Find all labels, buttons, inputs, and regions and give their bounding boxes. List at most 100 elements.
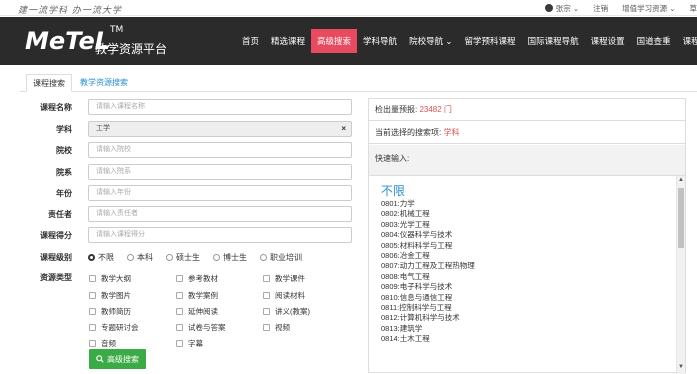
level-radio-group: 不限 本科 硕士生 博士生 职业培训 <box>88 252 315 263</box>
level-radio-undergrad[interactable]: 本科 <box>127 252 153 263</box>
checkbox-textbook[interactable]: 参考教材 <box>176 273 218 284</box>
year-input[interactable]: 请输入年份 <box>88 185 352 201</box>
checkbox-label: 试卷与答案 <box>188 322 226 333</box>
level-radio-all[interactable]: 不限 <box>88 252 114 263</box>
scrollbar[interactable]: ▲ ▼ <box>676 176 685 374</box>
user-menu[interactable]: 张宗 ⌄ <box>545 3 579 14</box>
logout-link[interactable]: 注销 <box>593 3 608 14</box>
checkbox-label: 教学图片 <box>101 290 131 301</box>
forecast-value: 23482 门 <box>419 105 451 114</box>
department-label: 院系 <box>20 167 72 178</box>
nav-subject[interactable]: 学科导航 <box>357 29 403 53</box>
checkbox-images[interactable]: 教学图片 <box>89 290 131 301</box>
subject-input[interactable]: 工学 × <box>88 121 352 137</box>
nav-schools[interactable]: 院校导航 ⌄ <box>403 29 458 53</box>
nav-prep[interactable]: 留学预科课程 <box>459 29 522 53</box>
checkbox-cases[interactable]: 教学案例 <box>176 290 218 301</box>
checkbox-label: 阅读材料 <box>275 290 305 301</box>
school-input[interactable]: 请输入院校 <box>88 142 352 158</box>
top-links: 张宗 ⌄ 注销 增值学习资源 ⌄ 草 <box>545 3 697 14</box>
checkbox-icon <box>263 275 270 282</box>
quick-item-all[interactable]: 不限 <box>381 182 405 199</box>
course-name-input[interactable]: 请输入课程名称 <box>88 99 352 115</box>
scrollbar-thumb[interactable] <box>678 188 684 248</box>
scroll-down-icon[interactable]: ▼ <box>678 364 684 370</box>
list-item[interactable]: 0811:控制科学与工程 <box>381 303 671 313</box>
radio-icon <box>260 254 267 261</box>
radio-label: 本科 <box>137 252 153 263</box>
checkbox-icon <box>89 275 96 282</box>
subject-value: 工学 <box>96 125 110 132</box>
tab-course-search[interactable]: 课程搜索 <box>26 74 72 92</box>
checkbox-slides[interactable]: 教学课件 <box>263 273 305 284</box>
scroll-up-icon[interactable]: ▲ <box>678 177 684 183</box>
row-resource-type: 资源类型 <box>20 268 72 286</box>
department-input[interactable]: 请输入院系 <box>88 164 352 180</box>
nav-cobuild[interactable]: 课程共建 <box>677 29 697 53</box>
list-item[interactable]: 0801:力学 <box>381 199 671 209</box>
checkbox-label: 参考教材 <box>188 273 218 284</box>
checkbox-reading[interactable]: 阅读材料 <box>263 290 305 301</box>
level-radio-vocational[interactable]: 职业培训 <box>260 252 302 263</box>
forecast-row: 检出量预报: 23482 门 <box>369 99 685 121</box>
current-item-label: 当前选择的搜索项: <box>375 128 443 137</box>
list-item[interactable]: 0803:光学工程 <box>381 220 671 230</box>
clear-icon[interactable]: × <box>341 122 346 136</box>
radio-label: 硕士生 <box>176 252 200 263</box>
user-avatar-icon <box>545 4 553 12</box>
checkbox-audio[interactable]: 音频 <box>89 338 116 349</box>
advanced-search-button[interactable]: 高级搜索 <box>89 349 146 369</box>
tab-resource-search[interactable]: 教学资源搜索 <box>74 74 134 92</box>
checkbox-subtitles[interactable]: 字幕 <box>176 338 203 349</box>
quick-input-list[interactable]: 不限 0801:力学 0802:机械工程 0803:光学工程 0804:仪器科学… <box>369 175 685 373</box>
list-item[interactable]: 0807:动力工程及工程热物理 <box>381 261 671 271</box>
checkbox-handout[interactable]: 讲义(教案) <box>263 306 310 317</box>
score-input[interactable]: 请输入课程得分 <box>88 227 352 243</box>
search-tabs: 课程搜索 教学资源搜索 <box>20 74 697 92</box>
level-radio-phd[interactable]: 博士生 <box>213 252 247 263</box>
checkbox-label: 视频 <box>275 322 290 333</box>
checkbox-icon <box>176 292 183 299</box>
nav-settings[interactable]: 课程设置 <box>585 29 631 53</box>
checkbox-seminar[interactable]: 专题研讨会 <box>89 322 139 333</box>
list-item[interactable]: 0802:机械工程 <box>381 209 671 219</box>
checkbox-label: 专题研讨会 <box>101 322 139 333</box>
header: MeTeLTM 教学资源平台 首页 精选课程 高级搜索 学科导航 院校导航 ⌄ … <box>0 17 697 65</box>
row-subject: 学科 工学× <box>20 120 72 138</box>
list-item[interactable]: 0810:信息与通信工程 <box>381 293 671 303</box>
nav-intl[interactable]: 国际课程导航 <box>522 29 585 53</box>
slogan: 建一流学科 办一流大学 <box>18 3 122 16</box>
list-item[interactable]: 0814:土木工程 <box>381 334 671 344</box>
row-level: 课程级别 不限 本科 硕士生 博士生 职业培训 <box>20 248 72 266</box>
list-item[interactable]: 0805:材料科学与工程 <box>381 241 671 251</box>
radio-checked-icon <box>88 254 95 261</box>
checkbox-extended[interactable]: 延伸阅读 <box>176 306 218 317</box>
list-item[interactable]: 0804:仪器科学与技术 <box>381 230 671 240</box>
checkbox-icon <box>263 308 270 315</box>
add-resource-menu[interactable]: 增值学习资源 ⌄ <box>622 3 675 14</box>
list-item[interactable]: 0808:电气工程 <box>381 272 671 282</box>
checkbox-video[interactable]: 视频 <box>263 322 290 333</box>
checkbox-cv[interactable]: 教师简历 <box>89 306 131 317</box>
checkbox-icon <box>263 292 270 299</box>
list-item[interactable]: 0812:计算机科学与技术 <box>381 313 671 323</box>
owner-input[interactable]: 请输入责任者 <box>88 206 352 222</box>
nav-featured[interactable]: 精选课程 <box>265 29 311 53</box>
list-item[interactable]: 0809:电子科学与技术 <box>381 282 671 292</box>
checkbox-syllabus[interactable]: 教学大纲 <box>89 273 131 284</box>
nav-check[interactable]: 国道查重 <box>631 29 677 53</box>
nav-home[interactable]: 首页 <box>236 29 265 53</box>
list-item[interactable]: 0806:冶金工程 <box>381 251 671 261</box>
nav-advanced-search[interactable]: 高级搜索 <box>311 29 357 53</box>
checkbox-exams[interactable]: 试卷与答案 <box>176 322 226 333</box>
checkbox-label: 字幕 <box>188 338 203 349</box>
add-resource-label: 增值学习资源 <box>622 4 667 13</box>
row-owner: 责任者 请输入责任者 <box>20 205 72 223</box>
list-item[interactable]: 0813:建筑学 <box>381 324 671 334</box>
checkbox-label: 音频 <box>101 338 116 349</box>
current-item-value: 学科 <box>443 128 459 137</box>
more-menu[interactable]: 草 <box>690 3 697 14</box>
row-year: 年份 请输入年份 <box>20 184 72 202</box>
checkbox-label: 教学案例 <box>188 290 218 301</box>
level-radio-master[interactable]: 硕士生 <box>166 252 200 263</box>
